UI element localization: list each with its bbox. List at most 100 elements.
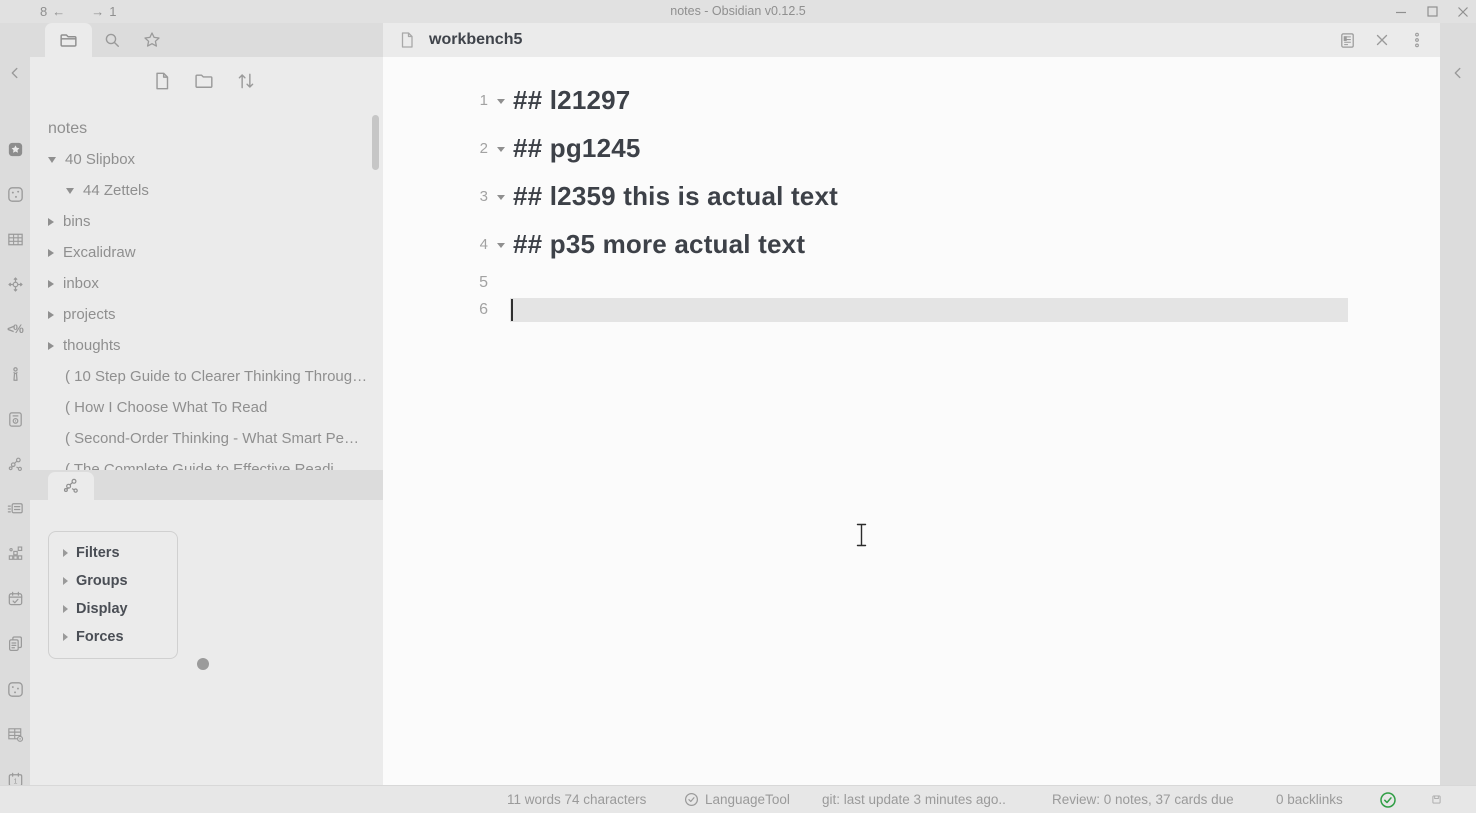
table-gear-icon[interactable]: [5, 724, 25, 744]
maximize-icon[interactable]: [1425, 5, 1439, 19]
expand-arrow-icon[interactable]: [48, 311, 54, 319]
tree-file[interactable]: ( Second-Order Thinking - What Smart Pe…: [30, 423, 375, 454]
forward-arrow-icon[interactable]: →: [91, 4, 104, 19]
close-icon[interactable]: [1456, 5, 1470, 19]
collapse-left-icon[interactable]: [5, 63, 25, 83]
graph-section-display[interactable]: Display: [63, 595, 177, 623]
table-icon[interactable]: [5, 229, 25, 249]
left-ribbon: <% 1: [0, 23, 30, 785]
expand-arrow-icon[interactable]: [48, 280, 54, 288]
templater-icon[interactable]: <%: [5, 319, 25, 339]
svg-text:1: 1: [13, 777, 17, 785]
titlebar: 8 ← → 1 notes - Obsidian v0.12.5: [0, 0, 1476, 23]
expand-right-icon[interactable]: [1448, 63, 1468, 83]
copy-document-icon[interactable]: [5, 633, 25, 653]
note-title[interactable]: workbench5: [429, 31, 522, 49]
git-status[interactable]: git: last update 3 minutes ago..: [822, 786, 1006, 813]
editor-actions: [1337, 23, 1427, 57]
tree-folder[interactable]: bins: [30, 206, 375, 237]
new-folder-icon[interactable]: [193, 70, 215, 92]
local-graph-view: Filters Groups Display Forces: [30, 500, 383, 785]
tree-file[interactable]: ( The Complete Guide to Effective Readi…: [30, 454, 375, 470]
backlinks-count[interactable]: 0 backlinks: [1276, 786, 1343, 813]
collapse-arrow-icon[interactable]: [48, 157, 56, 163]
tree-folder[interactable]: inbox: [30, 268, 375, 299]
editor-line[interactable]: 6: [383, 297, 513, 323]
blocks-icon[interactable]: [5, 543, 25, 563]
tree-folder[interactable]: thoughts: [30, 330, 375, 361]
line-number: 6: [383, 301, 488, 319]
random-note-dice-icon[interactable]: [5, 184, 25, 204]
editor-pane: workbench5 1 ## l21297 2 ## pg1245 3 ## …: [383, 23, 1440, 785]
new-note-icon[interactable]: [151, 70, 173, 92]
editor-line[interactable]: 4 ## p35 more actual text: [383, 224, 805, 264]
editor-line[interactable]: 1 ## l21297: [383, 80, 630, 120]
note-file-icon: [397, 30, 417, 50]
editor-line[interactable]: 5: [383, 270, 513, 296]
fold-arrow-icon[interactable]: [488, 193, 513, 200]
hanger-icon[interactable]: [5, 364, 25, 384]
line-text: ## pg1245: [513, 133, 641, 164]
active-line-highlight: [510, 298, 1348, 322]
tree-folder[interactable]: Excalidraw: [30, 237, 375, 268]
graph-section-forces[interactable]: Forces: [63, 623, 177, 651]
star-icon: [142, 30, 162, 50]
tab-starred[interactable]: [132, 23, 172, 57]
graph-section-groups[interactable]: Groups: [63, 567, 177, 595]
save-status-icon[interactable]: [1432, 786, 1441, 813]
vault-name[interactable]: notes: [30, 113, 375, 144]
collapse-arrow-icon[interactable]: [66, 188, 74, 194]
tree-folder[interactable]: 40 Slipbox: [30, 144, 375, 175]
review-status[interactable]: Review: 0 notes, 37 cards due: [1052, 786, 1234, 813]
line-number: 2: [383, 140, 488, 157]
tree-folder[interactable]: 44 Zettels: [30, 175, 375, 206]
fold-arrow-icon[interactable]: [488, 241, 513, 248]
line-number: 3: [383, 188, 488, 205]
statusbar: 11 words 74 characters LanguageTool git:…: [0, 785, 1476, 813]
sync-ok-icon[interactable]: [1379, 786, 1397, 813]
tab-file-explorer[interactable]: [45, 23, 92, 57]
window-title: notes - Obsidian v0.12.5: [0, 0, 1476, 23]
mouse-cursor: [855, 522, 868, 548]
fold-arrow-icon[interactable]: [488, 97, 513, 104]
search-icon: [102, 30, 122, 50]
editor-line[interactable]: 3 ## l2359 this is actual text: [383, 176, 838, 216]
dice-icon[interactable]: [5, 679, 25, 699]
minimize-icon[interactable]: [1394, 5, 1408, 19]
graph-node[interactable]: [197, 658, 209, 670]
tab-local-graph[interactable]: [48, 472, 94, 500]
tree-file[interactable]: ( 10 Step Guide to Clearer Thinking Thro…: [30, 361, 375, 392]
more-options-icon[interactable]: [1407, 30, 1427, 50]
sort-icon[interactable]: [235, 70, 257, 92]
languagetool-status[interactable]: LanguageTool: [684, 786, 790, 813]
right-ribbon: [1440, 23, 1476, 785]
line-text: ## l2359 this is actual text: [513, 181, 838, 212]
graph-section-filters[interactable]: Filters: [63, 539, 177, 567]
line-number: 5: [383, 274, 488, 292]
fold-arrow-icon[interactable]: [488, 145, 513, 152]
expand-arrow-icon: [63, 549, 68, 557]
line-text: ## p35 more actual text: [513, 229, 805, 260]
calendar-check-icon[interactable]: [5, 588, 25, 608]
starred-card-icon[interactable]: [5, 139, 25, 159]
history-back-count: 8: [40, 4, 47, 19]
check-circle-icon: [684, 792, 699, 807]
spread-nodes-icon[interactable]: [5, 274, 25, 294]
graph-pane-tabstrip: [30, 470, 383, 500]
tab-search[interactable]: [92, 23, 132, 57]
expand-arrow-icon: [63, 577, 68, 585]
expand-arrow-icon[interactable]: [48, 342, 54, 350]
preview-mode-icon[interactable]: [1337, 30, 1357, 50]
document-gear-icon[interactable]: [5, 409, 25, 429]
close-icon[interactable]: [1372, 30, 1392, 50]
expand-arrow-icon[interactable]: [48, 218, 54, 226]
card-stack-icon[interactable]: [5, 498, 25, 518]
history-forward-count: 1: [109, 4, 116, 19]
back-arrow-icon[interactable]: ←: [52, 4, 65, 19]
expand-arrow-icon[interactable]: [48, 249, 54, 257]
editor-line[interactable]: 2 ## pg1245: [383, 128, 641, 168]
word-count: 11 words 74 characters: [507, 786, 646, 813]
graph-icon[interactable]: [5, 454, 25, 474]
tree-folder[interactable]: projects: [30, 299, 375, 330]
tree-file[interactable]: ( How I Choose What To Read: [30, 392, 375, 423]
